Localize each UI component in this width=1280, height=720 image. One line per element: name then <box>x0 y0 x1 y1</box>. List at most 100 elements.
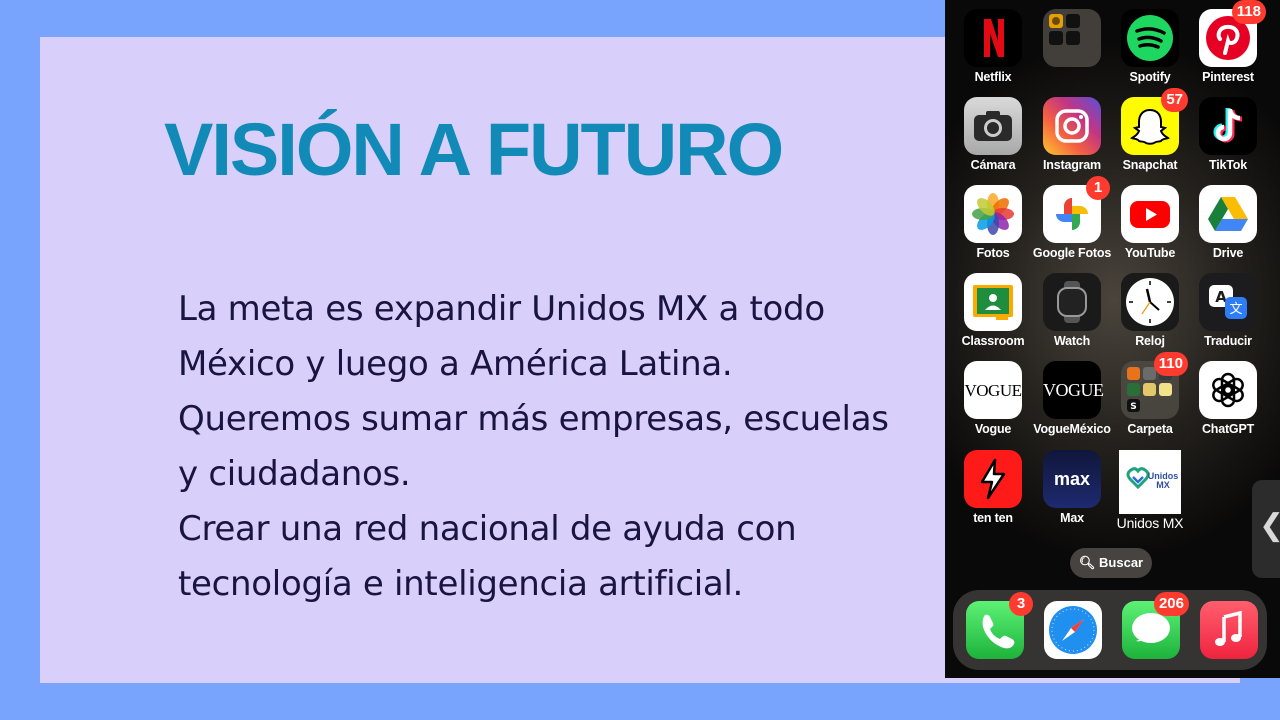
app-watch[interactable]: Watch <box>1032 273 1112 348</box>
slide-body: La meta es expandir Unidos MX a todo Méx… <box>178 282 948 612</box>
app-label: Unidos MX <box>1116 515 1184 531</box>
app-tiktok[interactable]: TikTok <box>1188 97 1268 172</box>
pinterest-icon: 118 <box>1199 0 1266 67</box>
music-icon <box>1200 601 1258 659</box>
chatgpt-icon <box>1199 361 1257 419</box>
watch-icon <box>1043 273 1101 331</box>
body-line: tecnología e inteligencia artificial. <box>178 564 744 604</box>
app-label: Watch <box>1053 334 1091 348</box>
phone-home-screen: Netflix Spotify 118 Pinterest Cámara Ins… <box>945 0 1280 678</box>
app-label: Carpeta <box>1127 422 1173 436</box>
body-line: Queremos sumar más empresas, escuelas <box>178 399 889 439</box>
app-label: YouTube <box>1124 246 1176 260</box>
vogue-wordmark: VOGUE <box>964 381 1023 400</box>
app-label: Max <box>1060 511 1084 525</box>
app-label: Pinterest <box>1202 70 1254 84</box>
app-translate[interactable]: A 文 Traducir <box>1188 273 1268 348</box>
app-label: Classroom <box>961 334 1025 348</box>
app-classroom[interactable]: Classroom <box>953 273 1033 348</box>
app-unidos-mx[interactable]: Unidos MX Unidos MX <box>1110 450 1190 531</box>
app-carpeta[interactable]: S 110 Carpeta <box>1110 352 1190 436</box>
app-google-photos[interactable]: 1 Google Fotos <box>1032 176 1112 260</box>
youtube-icon <box>1121 185 1179 243</box>
vogue-icon: VOGUE <box>964 361 1022 419</box>
dock-app-messages[interactable]: 206 <box>1111 592 1191 659</box>
clock-icon <box>1121 273 1179 331</box>
snapchat-icon: 57 <box>1121 88 1188 155</box>
search-label: Buscar <box>1099 555 1144 570</box>
phone-icon: 3 <box>966 592 1033 659</box>
svg-text:S: S <box>1130 402 1136 412</box>
app-youtube[interactable]: YouTube <box>1110 185 1190 260</box>
dock-app-music[interactable] <box>1189 601 1269 659</box>
app-tenten[interactable]: ten ten <box>953 450 1033 525</box>
app-folder[interactable] <box>1032 9 1112 70</box>
app-label: TikTok <box>1209 158 1247 172</box>
app-label: Drive <box>1212 246 1244 260</box>
spotify-icon <box>1121 9 1179 67</box>
app-snapchat[interactable]: 57 Snapchat <box>1110 88 1190 172</box>
translate-icon: A 文 <box>1199 273 1257 331</box>
unidos-mx-icon: Unidos MX <box>1119 450 1181 514</box>
app-max[interactable]: max Max <box>1032 450 1112 525</box>
drive-icon <box>1199 185 1257 243</box>
slide-title: VISIÓN A FUTURO <box>164 108 784 191</box>
notification-badge: 3 <box>1009 592 1033 616</box>
svg-text:文: 文 <box>1229 302 1242 317</box>
max-icon: max <box>1043 450 1101 508</box>
app-label: Cámara <box>970 158 1016 172</box>
slide-panel-edge <box>946 678 1240 683</box>
notification-badge: 118 <box>1231 0 1266 24</box>
app-vogue-mexico[interactable]: VOGUE VogueMéxico <box>1032 361 1112 436</box>
google-photos-icon: 1 <box>1043 176 1110 243</box>
notification-badge: 110 <box>1153 352 1188 376</box>
notification-badge: 57 <box>1161 88 1188 112</box>
app-photos[interactable]: Fotos <box>953 185 1033 260</box>
tiktok-icon <box>1199 97 1257 155</box>
tenten-icon <box>964 450 1022 508</box>
instagram-icon <box>1043 97 1101 155</box>
vogue-mexico-icon: VOGUE <box>1043 361 1104 419</box>
safari-icon <box>1044 601 1102 659</box>
app-label: Vogue <box>974 422 1012 436</box>
app-drive[interactable]: Drive <box>1188 185 1268 260</box>
body-line: La meta es expandir Unidos MX a todo <box>178 289 825 329</box>
app-camera[interactable]: Cámara <box>953 97 1033 172</box>
messages-icon: 206 <box>1122 592 1189 659</box>
app-spotify[interactable]: Spotify <box>1110 9 1190 84</box>
app-label: Google Fotos <box>1032 246 1112 260</box>
notification-badge: 1 <box>1086 176 1110 200</box>
dock-app-safari[interactable] <box>1033 601 1113 659</box>
slide-panel: VISIÓN A FUTURO La meta es expandir Unid… <box>40 37 946 683</box>
app-instagram[interactable]: Instagram <box>1032 97 1112 172</box>
photos-icon <box>964 185 1022 243</box>
app-label: ten ten <box>973 511 1013 525</box>
app-label: Traducir <box>1204 334 1252 348</box>
body-line: y ciudadanos. <box>178 454 411 494</box>
notification-badge: 206 <box>1153 592 1189 616</box>
folder-icon <box>1043 9 1101 67</box>
app-label: Snapchat <box>1122 158 1178 172</box>
search-icon: 🔍︎ <box>1078 555 1096 570</box>
app-netflix[interactable]: Netflix <box>953 9 1033 84</box>
search-button[interactable]: 🔍︎ Buscar <box>1070 548 1152 578</box>
app-chatgpt[interactable]: ChatGPT <box>1188 361 1268 436</box>
body-line: México y luego a América Latina. <box>178 344 733 384</box>
app-label: Instagram <box>1043 158 1101 172</box>
body-line: Crear una red nacional de ayuda con <box>178 509 797 549</box>
app-clock[interactable]: Reloj <box>1110 273 1190 348</box>
unidos-mx-wordmark: Unidos MX <box>1147 471 1179 490</box>
vogue-wordmark: VOGUE <box>1043 380 1104 400</box>
app-label: Fotos <box>976 246 1010 260</box>
drag-handle[interactable]: ❮ <box>1252 480 1280 578</box>
classroom-icon <box>964 273 1022 331</box>
netflix-icon <box>964 9 1022 67</box>
folder-icon: S 110 <box>1121 352 1188 419</box>
max-wordmark: max <box>1053 469 1091 489</box>
app-pinterest[interactable]: 118 Pinterest <box>1188 0 1268 84</box>
dock-app-phone[interactable]: 3 <box>955 592 1035 659</box>
app-vogue[interactable]: VOGUE Vogue <box>953 361 1033 436</box>
app-label: ChatGPT <box>1201 422 1255 436</box>
app-label: VogueMéxico <box>1033 422 1111 436</box>
app-label: Reloj <box>1135 334 1165 348</box>
